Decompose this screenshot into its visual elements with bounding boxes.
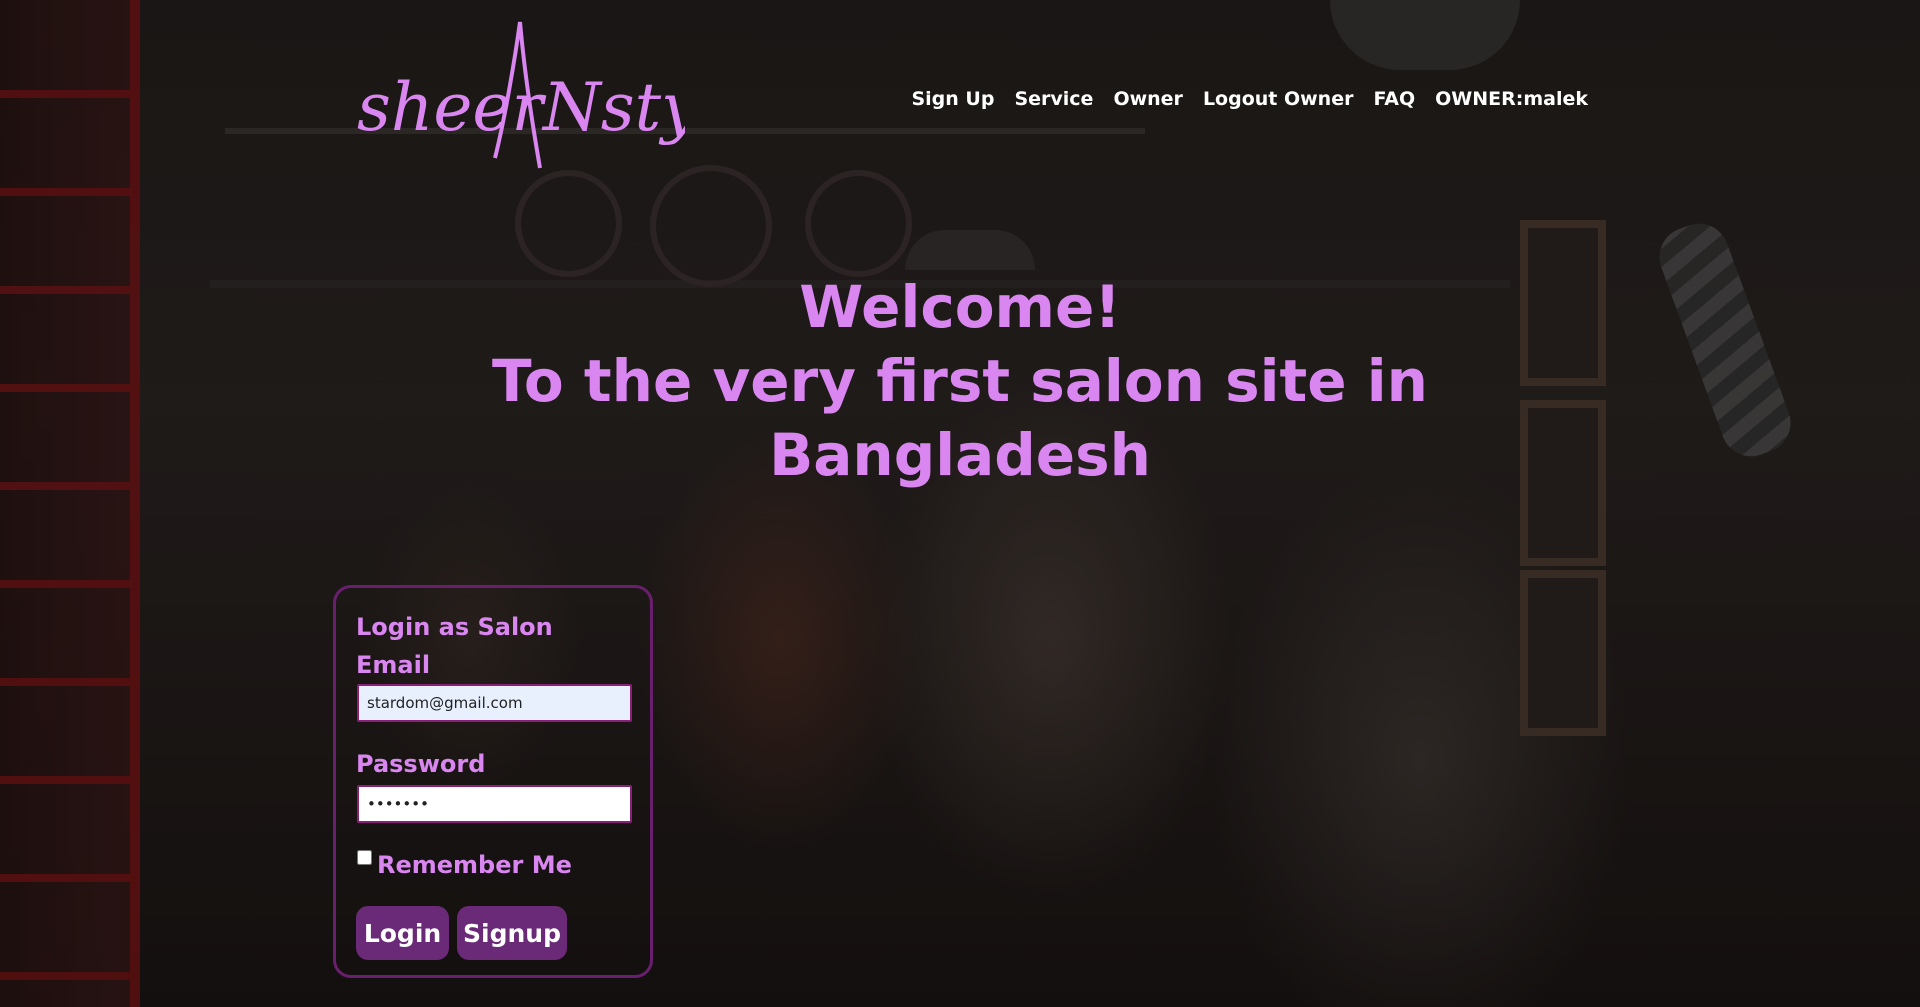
- logo[interactable]: sheerNstyle: [355, 18, 685, 188]
- password-field[interactable]: [357, 785, 632, 823]
- hero-heading: Welcome! To the very first salon site in…: [490, 270, 1430, 492]
- logo-text: sheerNstyle: [357, 69, 685, 146]
- signup-button[interactable]: Signup: [457, 906, 567, 960]
- hero-line-3: Bangladesh: [769, 421, 1151, 489]
- remember-me-label: Remember Me: [377, 851, 572, 879]
- nav-logout-owner[interactable]: Logout Owner: [1203, 88, 1354, 110]
- email-field[interactable]: [357, 684, 632, 722]
- nav-owner-account[interactable]: OWNER:malek: [1435, 88, 1588, 110]
- nav-owner[interactable]: Owner: [1113, 88, 1183, 110]
- login-form: Login as Salon Email Password Remember M…: [333, 585, 653, 978]
- hero-line-1: Welcome!: [799, 273, 1121, 341]
- login-title: Login as Salon: [356, 613, 553, 641]
- hero-line-2: To the very first salon site in: [492, 347, 1428, 415]
- password-label: Password: [356, 750, 486, 778]
- email-label: Email: [356, 651, 431, 679]
- login-button[interactable]: Login: [356, 906, 449, 960]
- remember-me-checkbox[interactable]: [357, 850, 372, 865]
- nav-service[interactable]: Service: [1014, 88, 1093, 110]
- main-nav: Sign Up Service Owner Logout Owner FAQ O…: [911, 88, 1588, 110]
- dark-overlay: [0, 0, 1920, 1007]
- nav-sign-up[interactable]: Sign Up: [911, 88, 994, 110]
- nav-faq[interactable]: FAQ: [1373, 88, 1415, 110]
